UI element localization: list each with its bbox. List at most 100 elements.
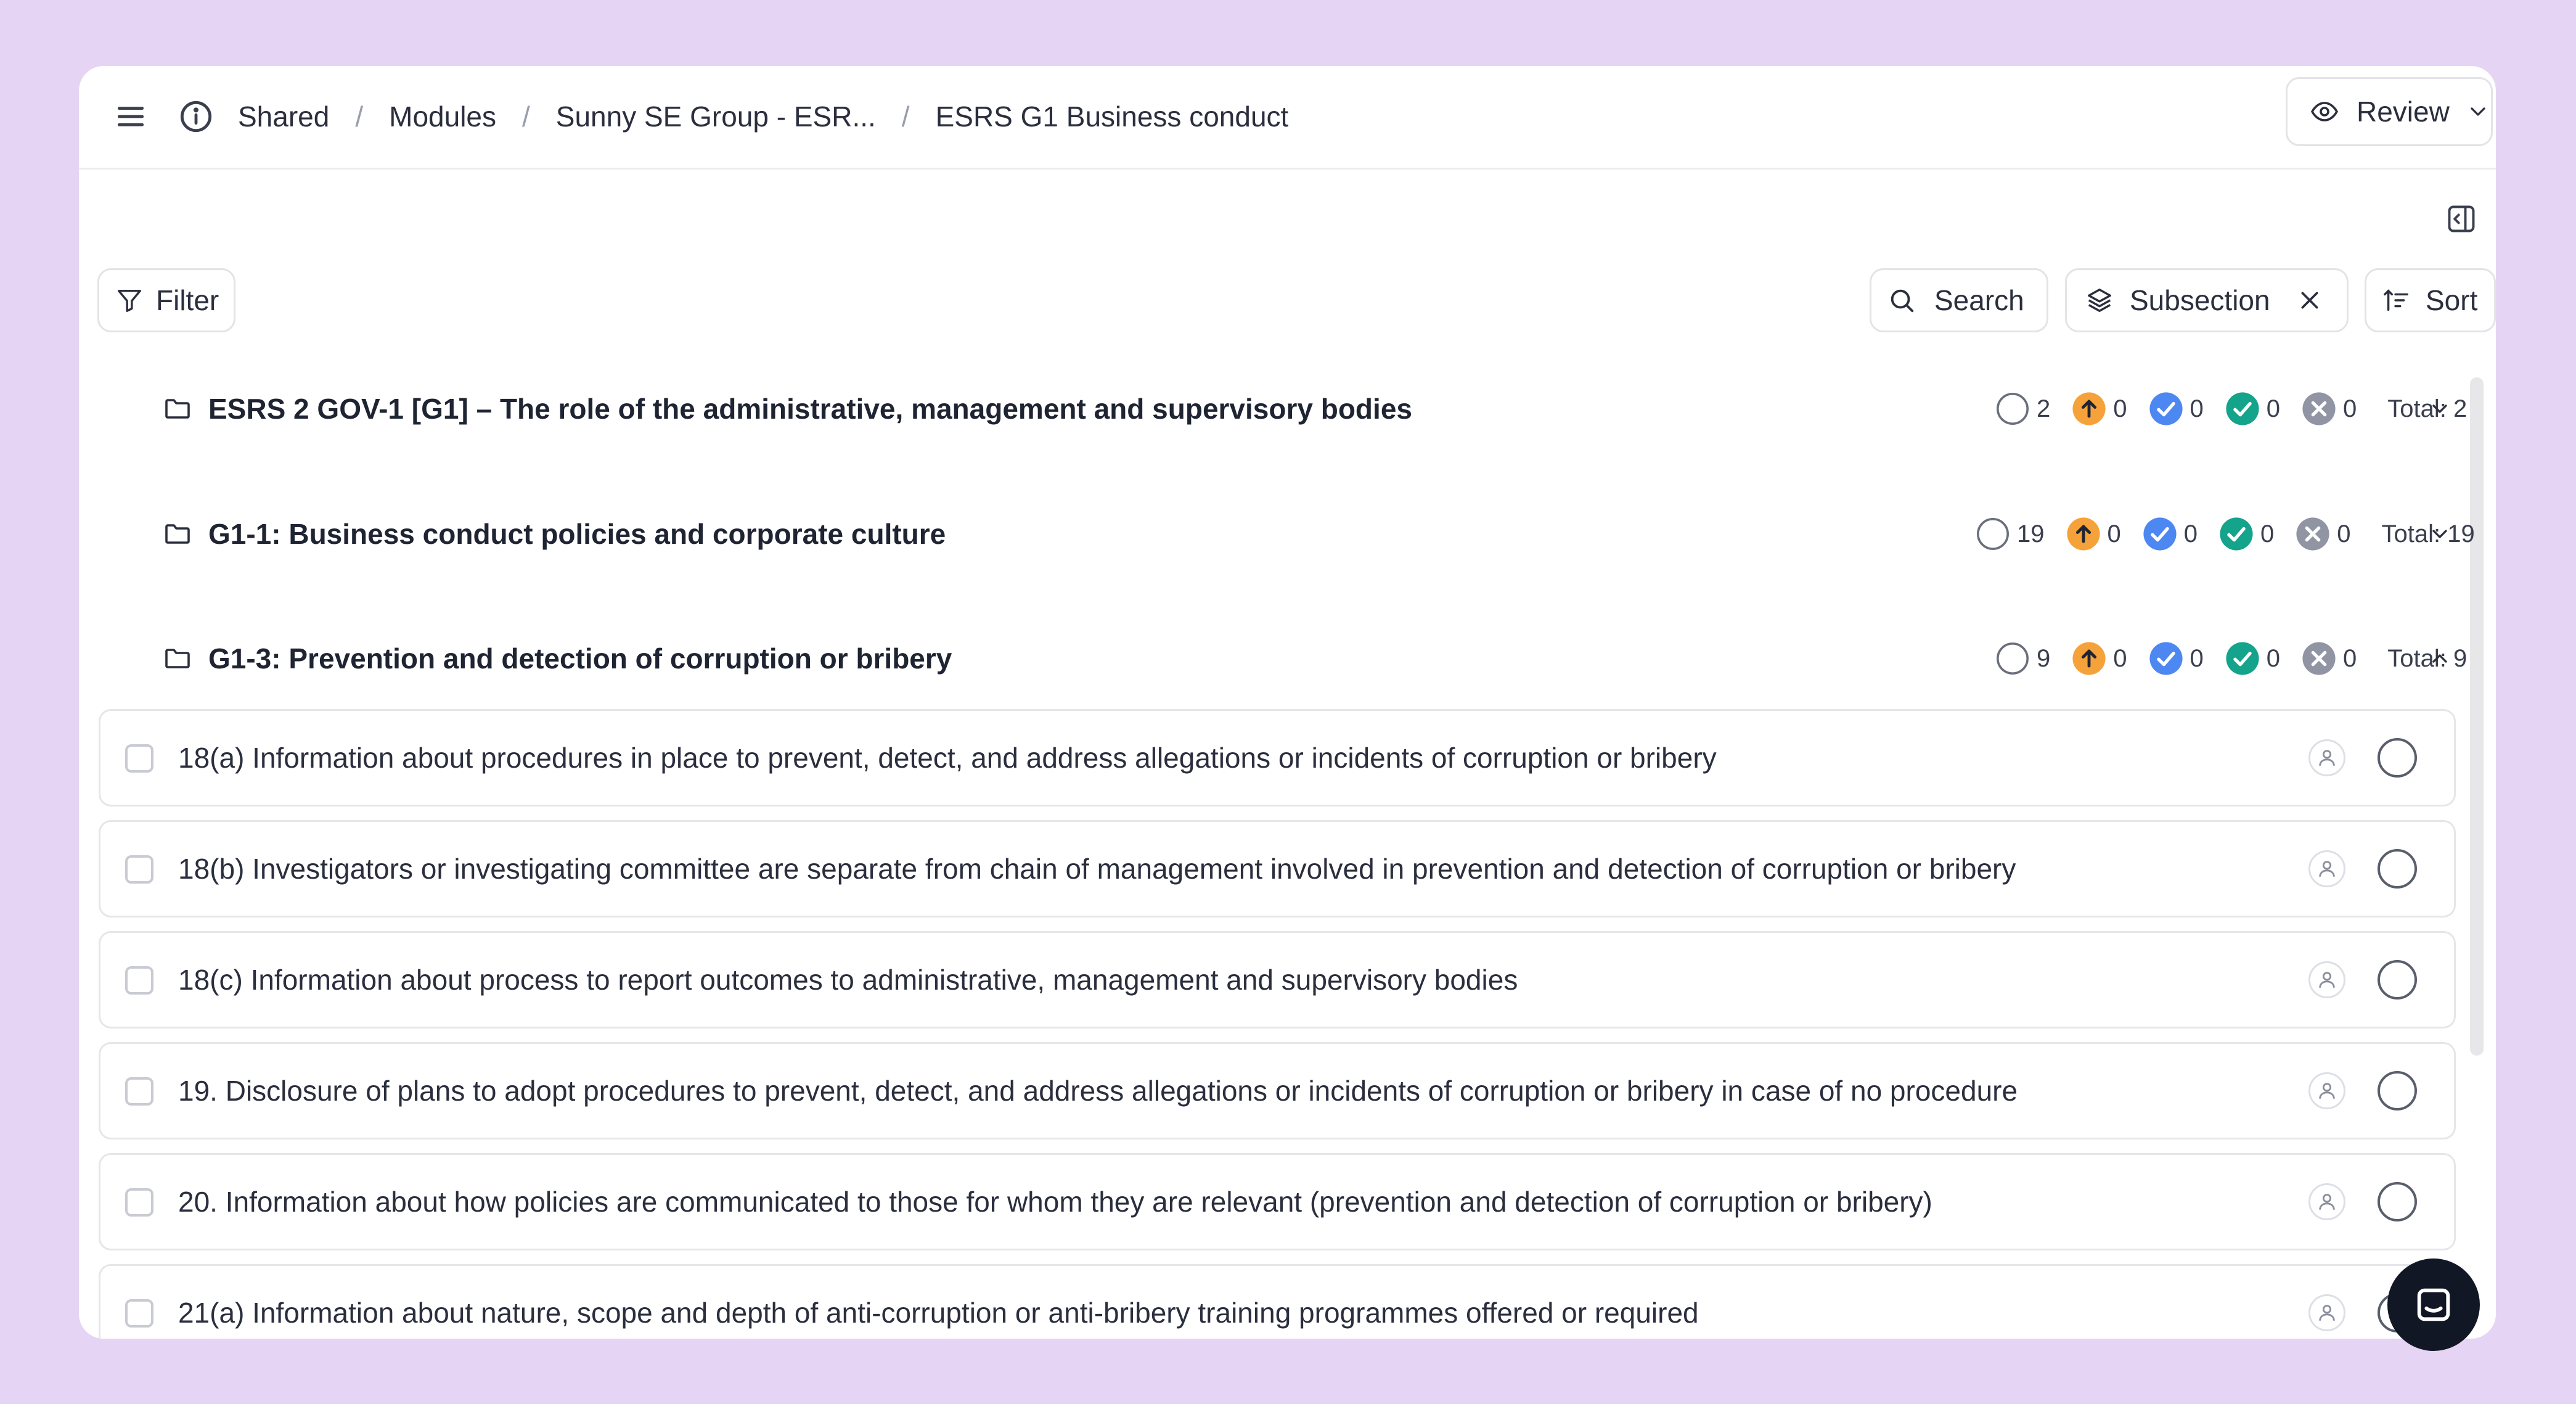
assignee-button[interactable] <box>2308 961 2345 998</box>
open-count: 2 <box>1995 391 2071 427</box>
user-icon <box>2319 750 2335 766</box>
item-checkbox[interactable] <box>125 744 153 773</box>
panel-toggle-icon[interactable] <box>2445 203 2477 235</box>
breadcrumb-shared[interactable]: Shared <box>238 100 329 133</box>
arrow-up-icon <box>2066 517 2100 551</box>
list-item[interactable]: 19. Disclosure of plans to adopt procedu… <box>99 1042 2456 1139</box>
filter-icon <box>118 289 141 312</box>
assignee-button[interactable] <box>2308 850 2345 887</box>
item-checkbox[interactable] <box>125 1188 153 1217</box>
info-icon[interactable] <box>176 97 216 136</box>
user-icon <box>2319 1083 2335 1099</box>
check-green-icon <box>2226 392 2259 425</box>
rejected-count: 0 <box>2295 516 2371 552</box>
review-button[interactable]: Review <box>2286 77 2493 146</box>
subsection-label: Subsection <box>2130 284 2270 316</box>
assignee-button[interactable] <box>2308 1183 2345 1220</box>
folder-icon <box>165 399 190 419</box>
breadcrumb-separator: / <box>901 101 910 133</box>
list-item[interactable]: 18(c) Information about process to repor… <box>99 931 2456 1028</box>
review-count: 0 <box>2148 641 2225 676</box>
status-circle[interactable] <box>2378 960 2417 1000</box>
menu-icon[interactable] <box>111 97 150 136</box>
arrow-up-icon <box>2072 642 2106 675</box>
assignee-button[interactable] <box>2308 1072 2345 1109</box>
in-progress-count: 0 <box>2066 516 2142 552</box>
filter-button[interactable]: Filter <box>97 268 235 332</box>
list-item[interactable]: 18(b) Investigators or investigating com… <box>99 820 2456 918</box>
breadcrumb-group[interactable]: Sunny SE Group - ESR... <box>556 100 876 133</box>
sort-icon <box>2384 289 2408 311</box>
scrollbar[interactable] <box>2470 377 2484 1056</box>
folder-icon <box>165 524 190 544</box>
chevron-down-icon[interactable] <box>2427 396 2452 421</box>
item-checkbox[interactable] <box>125 966 153 995</box>
item-text: 18(b) Investigators or investigating com… <box>178 853 2016 885</box>
breadcrumb-current: ESRS G1 Business conduct <box>935 101 1289 133</box>
breadcrumb: Shared / Modules / Sunny SE Group - ESR.… <box>238 91 1288 142</box>
list-item[interactable]: 21(a) Information about nature, scope an… <box>99 1264 2456 1339</box>
subsection-button[interactable]: Subsection <box>2065 268 2349 332</box>
item-text: 18(a) Information about procedures in pl… <box>178 742 1717 774</box>
chevron-down-icon <box>2471 107 2485 116</box>
section-title: G1-1: Business conduct policies and corp… <box>208 518 946 550</box>
x-circle-icon <box>2296 517 2329 551</box>
open-count: 19 <box>1975 516 2066 552</box>
x-circle-icon <box>2302 392 2336 425</box>
search-button[interactable]: Search <box>1870 268 2048 332</box>
breadcrumb-separator: / <box>522 101 530 133</box>
arrow-up-icon <box>2072 392 2106 425</box>
list-item[interactable]: 20. Information about how policies are c… <box>99 1153 2456 1250</box>
status-circle[interactable] <box>2378 1071 2417 1110</box>
review-count: 0 <box>2148 391 2225 427</box>
done-count: 0 <box>2225 641 2301 676</box>
sort-label: Sort <box>2426 284 2478 316</box>
user-icon <box>2319 1194 2335 1210</box>
chat-icon <box>2417 1288 2450 1321</box>
rejected-count: 0 <box>2301 391 2378 427</box>
user-icon <box>2319 1305 2335 1321</box>
breadcrumb-modules[interactable]: Modules <box>389 100 496 133</box>
search-icon <box>1891 289 1914 313</box>
folder-icon <box>165 649 190 668</box>
layers-icon <box>2088 289 2111 312</box>
item-text: 21(a) Information about nature, scope an… <box>178 1297 1699 1329</box>
chevron-down-icon[interactable] <box>2427 522 2452 546</box>
in-progress-count: 0 <box>2071 391 2148 427</box>
check-green-icon <box>2226 642 2259 675</box>
section-title: G1-3: Prevention and detection of corrup… <box>208 642 952 675</box>
status-circle[interactable] <box>2378 849 2417 889</box>
section-row[interactable]: G1-1: Business conduct policies and corp… <box>116 503 2496 565</box>
item-checkbox[interactable] <box>125 855 153 884</box>
top-bar: Shared / Modules / Sunny SE Group - ESR.… <box>79 66 2496 170</box>
status-counts: 19 0 0 0 0 Total: 19 <box>1975 503 2475 565</box>
status-counts: 9 0 0 0 0 Total: 9 <box>1995 628 2467 689</box>
in-progress-count: 0 <box>2071 641 2148 676</box>
status-circle[interactable] <box>2378 738 2417 778</box>
open-count: 9 <box>1995 641 2071 676</box>
open-status-icon <box>1997 642 2029 675</box>
list-item[interactable]: 18(a) Information about procedures in pl… <box>99 709 2456 807</box>
x-circle-icon <box>2302 642 2336 675</box>
app-window: Shared / Modules / Sunny SE Group - ESR.… <box>79 66 2496 1339</box>
close-icon[interactable] <box>2297 288 2322 313</box>
item-checkbox[interactable] <box>125 1077 153 1106</box>
breadcrumb-separator: / <box>355 101 364 133</box>
chat-launcher-button[interactable] <box>2387 1258 2480 1351</box>
review-label: Review <box>2357 96 2450 128</box>
item-checkbox[interactable] <box>125 1299 153 1328</box>
eye-icon <box>2310 102 2339 121</box>
review-count: 0 <box>2142 516 2218 552</box>
check-green-icon <box>2220 517 2253 551</box>
chevron-up-icon[interactable] <box>2427 646 2452 671</box>
status-circle[interactable] <box>2378 1182 2417 1221</box>
section-row[interactable]: G1-3: Prevention and detection of corrup… <box>116 628 2496 689</box>
sort-button[interactable]: Sort <box>2365 268 2496 332</box>
item-text: 20. Information about how policies are c… <box>178 1186 1932 1218</box>
assignee-button[interactable] <box>2308 1294 2345 1331</box>
check-blue-icon <box>2143 517 2177 551</box>
check-blue-icon <box>2149 392 2183 425</box>
section-row[interactable]: ESRS 2 GOV-1 [G1] – The role of the admi… <box>116 378 2496 440</box>
status-counts: 2 0 0 0 0 Total: 2 <box>1995 378 2467 440</box>
assignee-button[interactable] <box>2308 739 2345 776</box>
